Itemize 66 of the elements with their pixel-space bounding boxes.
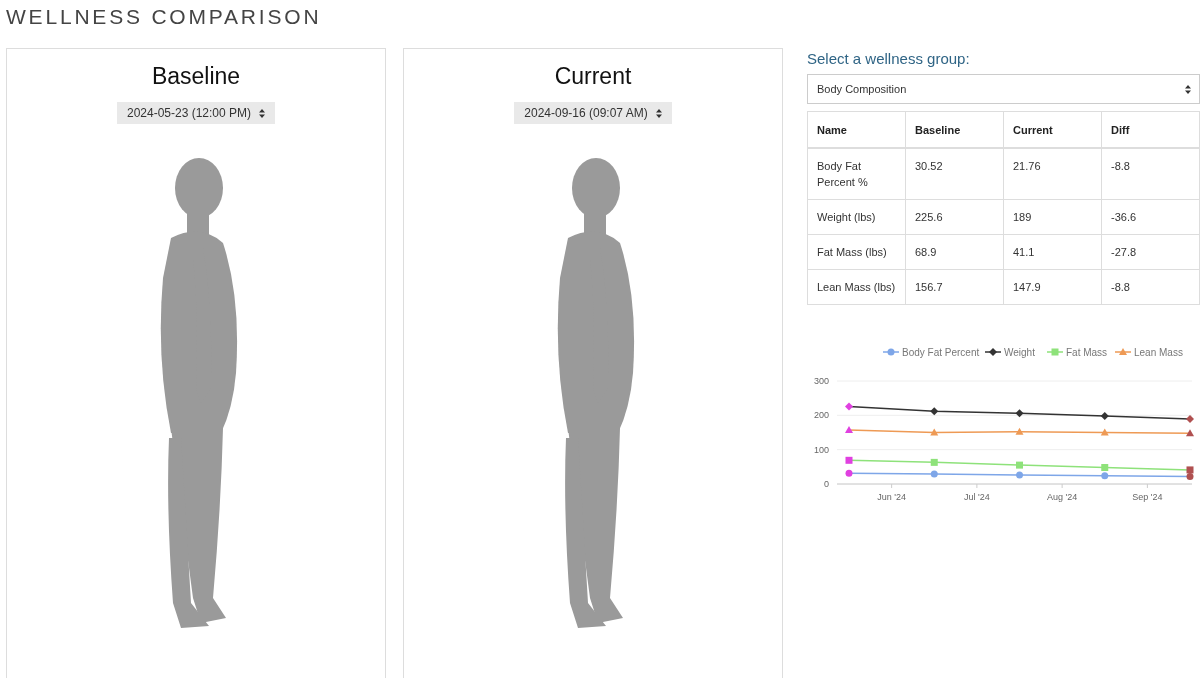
date-select[interactable]: 2024-05-23 (12:00 PM) bbox=[116, 102, 276, 124]
table-cell: 225.6 bbox=[905, 199, 1004, 235]
table-cell: Fat Mass (lbs) bbox=[807, 234, 906, 270]
data-point bbox=[930, 458, 938, 466]
table-cell: Lean Mass (lbs) bbox=[807, 269, 906, 305]
axis-label: 200 bbox=[813, 410, 829, 421]
column-header: Diff bbox=[1101, 111, 1200, 148]
legend-item[interactable]: Body Fat Percent bbox=[882, 347, 980, 358]
legend-item[interactable]: Fat Mass bbox=[1046, 347, 1108, 358]
table-cell: 21.76 bbox=[1003, 148, 1102, 200]
table-cell: 189 bbox=[1003, 199, 1102, 235]
panel-heading: Current bbox=[554, 63, 632, 90]
data-point bbox=[1186, 415, 1194, 424]
legend-label: Body Fat Percent bbox=[902, 347, 980, 358]
data-point bbox=[930, 407, 939, 416]
data-point bbox=[1016, 471, 1023, 479]
select-label: Select a wellness group: bbox=[807, 50, 971, 67]
data-point bbox=[845, 426, 853, 434]
table-cell: 156.7 bbox=[905, 269, 1004, 305]
column-header: Baseline bbox=[905, 111, 1004, 148]
data-point bbox=[1015, 409, 1024, 418]
axis-label: 100 bbox=[813, 444, 829, 455]
axis-label: Jul '24 bbox=[964, 492, 990, 502]
table-cell: -36.6 bbox=[1101, 199, 1200, 235]
table-cell: -27.8 bbox=[1101, 234, 1200, 270]
data-point bbox=[930, 428, 939, 436]
data-point bbox=[845, 402, 853, 411]
sort-arrows-icon bbox=[655, 108, 662, 118]
data-point bbox=[887, 348, 895, 356]
axis-label: 300 bbox=[813, 376, 829, 386]
data-point bbox=[989, 348, 997, 356]
data-point bbox=[1100, 412, 1109, 420]
axis-label: Jun '24 bbox=[877, 492, 906, 502]
table-cell: -8.8 bbox=[1101, 269, 1200, 305]
data-point bbox=[1119, 348, 1127, 355]
legend-label: Fat Mass bbox=[1066, 347, 1108, 358]
legend-item[interactable]: Weight bbox=[984, 347, 1035, 358]
data-point bbox=[1016, 461, 1023, 469]
table-cell: 41.1 bbox=[1003, 234, 1102, 270]
data-point bbox=[845, 456, 853, 464]
data-point bbox=[1015, 427, 1024, 435]
column-header: Name bbox=[807, 111, 906, 148]
sort-arrows-icon bbox=[259, 108, 266, 118]
table-cell: 147.9 bbox=[1003, 269, 1102, 305]
page-title: WELLNESS COMPARISON bbox=[6, 4, 323, 30]
column-header: Current bbox=[1003, 111, 1102, 148]
table-cell: Weight (lbs) bbox=[807, 199, 906, 235]
table-cell: 68.9 bbox=[905, 234, 1004, 270]
date-select[interactable]: 2024-09-16 (09:07 AM) bbox=[514, 102, 672, 124]
table-cell: -8.8 bbox=[1101, 148, 1200, 200]
data-point bbox=[930, 470, 938, 478]
axis-label: 0 bbox=[824, 479, 829, 489]
legend-label: Lean Mass bbox=[1134, 347, 1183, 358]
legend-label: Weight bbox=[1004, 347, 1036, 358]
sort-arrows-icon bbox=[1185, 84, 1191, 94]
table-cell: Body Fat Percent % bbox=[807, 148, 906, 200]
axis-label: Aug '24 bbox=[1047, 492, 1078, 502]
data-point bbox=[1186, 429, 1194, 437]
legend-item[interactable]: Lean Mass bbox=[1114, 347, 1183, 358]
table-cell: 30.52 bbox=[905, 148, 1004, 200]
axis-label: Sep '24 bbox=[1132, 492, 1163, 502]
panel-heading: Baseline bbox=[151, 63, 241, 90]
data-point bbox=[845, 469, 853, 477]
group-select[interactable]: Body Composition bbox=[807, 74, 1200, 104]
data-point bbox=[1051, 348, 1059, 356]
data-point bbox=[1100, 428, 1109, 436]
